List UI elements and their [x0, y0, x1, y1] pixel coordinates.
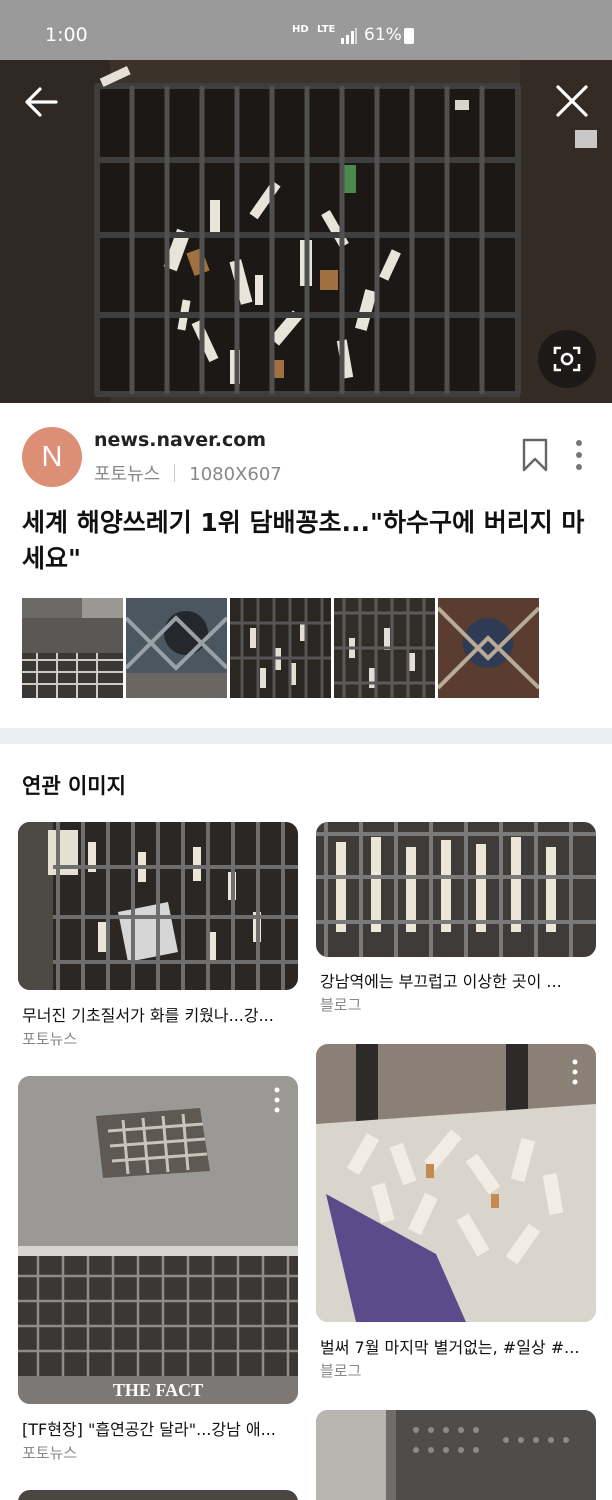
watermark-text: THE FACT: [113, 1380, 203, 1400]
thumbnail-strip: [22, 598, 542, 698]
more-vertical-icon[interactable]: [567, 435, 591, 475]
meta-divider: [174, 464, 176, 482]
related-image-5[interactable]: [316, 1410, 596, 1500]
related-image-1[interactable]: [18, 822, 298, 990]
status-time: 1:00: [45, 24, 88, 46]
source-domain[interactable]: news.naver.com: [94, 429, 266, 451]
image-dimensions: 1080X607: [189, 464, 282, 485]
image-meta: 포토뉴스 1080X607: [94, 460, 282, 486]
battery-percent: 61%: [364, 25, 402, 45]
related-source-3: 포토뉴스: [22, 1444, 78, 1462]
related-card-4[interactable]: 벌써 7월 마지막 별거없는, #일상 #... 블로그: [316, 1044, 598, 1386]
related-image-3[interactable]: THE FACT: [18, 1076, 298, 1404]
network-lte: LTE: [317, 24, 336, 35]
thumbnail-2[interactable]: [126, 598, 227, 698]
thumbnail-3[interactable]: [230, 598, 331, 698]
source-category: 포토뉴스: [94, 464, 161, 485]
thumbnail-5[interactable]: [438, 598, 539, 698]
related-caption-2[interactable]: 강남역에는 부끄럽고 이상한 곳이 ...: [320, 968, 598, 992]
related-caption-4[interactable]: 벌써 7월 마지막 별거없는, #일상 #...: [320, 1334, 598, 1358]
related-card-6[interactable]: [18, 1490, 300, 1500]
main-image[interactable]: [0, 60, 612, 403]
source-avatar[interactable]: N: [22, 427, 82, 487]
related-image-6[interactable]: [18, 1490, 298, 1500]
card-more-icon[interactable]: [272, 1086, 282, 1114]
bookmark-icon[interactable]: [520, 437, 550, 473]
network-indicator: HD LTE: [292, 24, 335, 35]
close-icon[interactable]: [553, 82, 591, 120]
drain-grate-photo: [0, 60, 612, 403]
related-card-1[interactable]: 무너진 기초질서가 화를 키웠나...강... 포토뉴스: [18, 822, 300, 1052]
related-caption-1[interactable]: 무너진 기초질서가 화를 키웠나...강...: [22, 1002, 300, 1026]
section-divider: [0, 728, 612, 744]
article-title[interactable]: 세계 해양쓰레기 1위 담배꽁초..."하수구에 버리지 마세요": [22, 505, 602, 577]
related-source-2: 블로그: [320, 996, 362, 1014]
card-more-icon[interactable]: [570, 1058, 580, 1086]
related-source-1: 포토뉴스: [22, 1030, 78, 1048]
status-bar: 1:00 HD LTE 61%: [0, 0, 612, 60]
signal-icon: [341, 28, 357, 44]
related-card-5[interactable]: [316, 1410, 598, 1500]
related-image-4[interactable]: [316, 1044, 596, 1322]
thumbnail-1[interactable]: [22, 598, 123, 698]
related-card-2[interactable]: 강남역에는 부끄럽고 이상한 곳이 ... 블로그: [316, 822, 598, 1022]
back-arrow-icon[interactable]: [22, 82, 62, 122]
related-source-4: 블로그: [320, 1362, 362, 1380]
lens-search-button[interactable]: [538, 330, 596, 388]
related-caption-3[interactable]: [TF현장] "흡연공간 달라"...강남 애...: [22, 1416, 300, 1440]
source-row: N news.naver.com 포토뉴스 1080X607: [22, 425, 592, 495]
related-images-heading: 연관 이미지: [22, 774, 126, 798]
related-card-3[interactable]: THE FACT [TF현장] "흡연공간 달라"...강남 애... 포토뉴스: [18, 1076, 300, 1466]
lens-search-icon: [553, 346, 581, 372]
related-image-2[interactable]: [316, 822, 596, 957]
network-hd: HD: [292, 24, 309, 35]
thumbnail-4[interactable]: [334, 598, 435, 698]
battery-icon: [404, 28, 414, 44]
